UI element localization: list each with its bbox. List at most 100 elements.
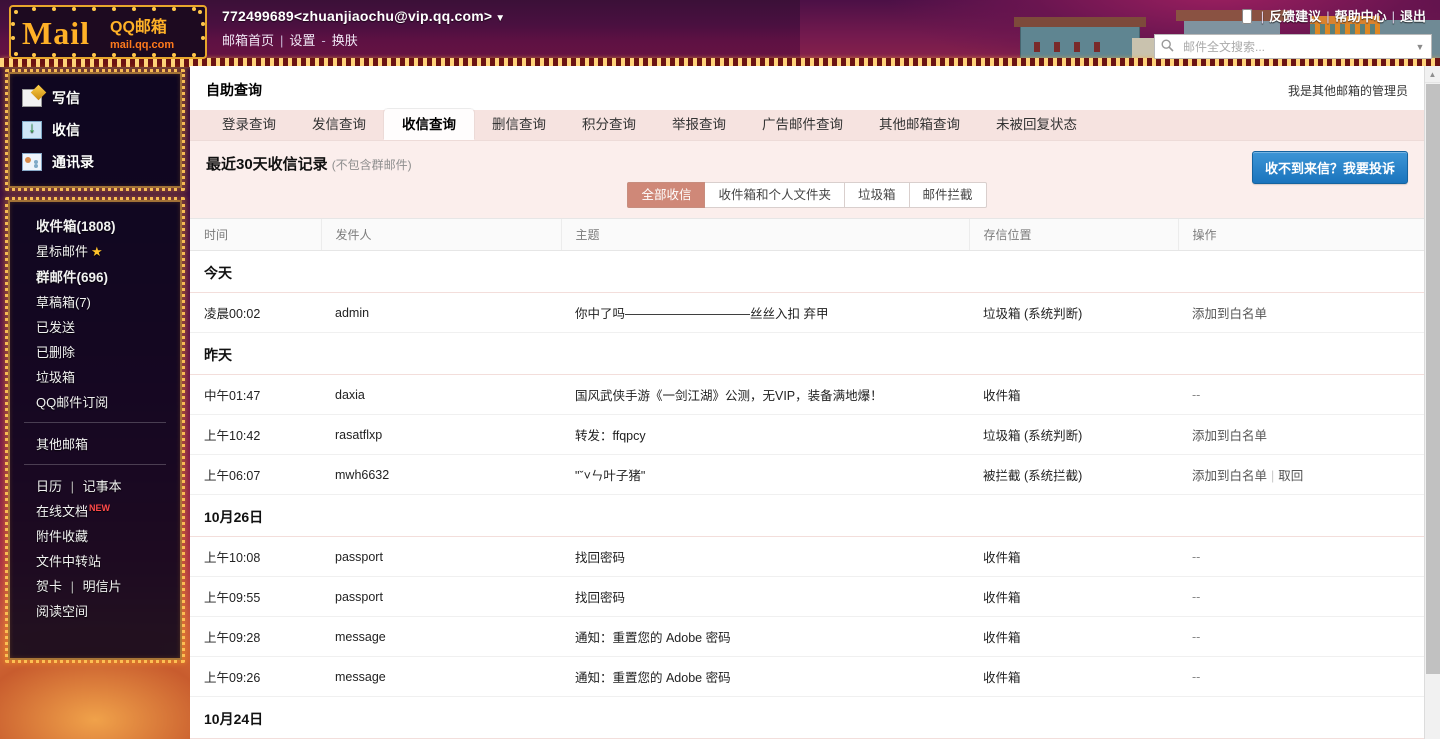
sidebar-folder-deleted[interactable]: 已删除 <box>10 339 180 364</box>
cell-sender: mwh6632 <box>321 454 561 495</box>
tab-5[interactable]: 举报查询 <box>654 109 744 140</box>
sidebar-tool-greeting-postcard[interactable]: 贺卡 | 明信片 <box>10 573 180 598</box>
records-table-head: 时间 发件人 主题 存信位置 操作 <box>190 218 1424 251</box>
sidebar-other-mailbox[interactable]: 其他邮箱 <box>10 431 180 456</box>
search-box[interactable]: ▼ <box>1154 34 1432 59</box>
feedback-link[interactable]: 反馈建议 <box>1269 9 1321 24</box>
tab-1[interactable]: 发信查询 <box>294 109 384 140</box>
right-separator-2: | <box>1326 9 1330 24</box>
sidebar-folder-sent-label: 已发送 <box>36 320 76 335</box>
sidebar-tool-notepad-label: 记事本 <box>82 479 122 494</box>
cell-sender: admin <box>321 292 561 333</box>
main-content: 自助查询 我是其他邮箱的管理员 登录查询 发信查询 收信查询 删信查询 积分查询 举报查询… <box>190 66 1424 739</box>
sidebar-tool-separator-2: | <box>70 579 75 594</box>
sidebar: 写信 收信 通讯录 收件箱(1808) 星标邮件★ 群邮件(696) 草稿箱( <box>0 66 190 739</box>
cell-subject[interactable]: 通知：重置您的 Adobe 密码 <box>561 616 969 657</box>
nav-separator-1: | <box>280 33 284 48</box>
sidebar-tool-calendar-notepad[interactable]: 日历 | 记事本 <box>10 473 180 498</box>
filter-segment-0[interactable]: 全部收信 <box>627 182 706 208</box>
tab-4[interactable]: 积分查询 <box>564 109 654 140</box>
records-header-row: 时间 发件人 主题 存信位置 操作 <box>190 218 1424 251</box>
sidebar-action-contacts[interactable]: 通讯录 <box>10 146 180 178</box>
sidebar-folder-drafts-label: 草稿箱(7) <box>36 295 91 310</box>
cell-subject[interactable]: 转发：ffqpcy <box>561 414 969 455</box>
action-link[interactable]: 添加到白名单 <box>1192 429 1267 443</box>
sidebar-tool-reading-space[interactable]: 阅读空间 <box>10 598 180 623</box>
cell-subject[interactable]: 你中了吗——————————丝丝入扣 弃甲 <box>561 292 969 333</box>
sidebar-folder-groupmail-label: 群邮件(696) <box>36 270 109 285</box>
sidebar-tool-file-transfer[interactable]: 文件中转站 <box>10 548 180 573</box>
cell-sender: passport <box>321 536 561 577</box>
cell-time: 上午09:28 <box>190 616 321 657</box>
action-link[interactable]: 添加到白名单 <box>1192 469 1267 483</box>
header-nav-links: 邮箱首页 | 设置 - 换肤 <box>222 30 358 49</box>
nav-link-home[interactable]: 邮箱首页 <box>222 33 274 48</box>
subject-text: 找回密码 <box>575 551 626 565</box>
sidebar-divider-2 <box>24 464 166 465</box>
sidebar-tool-online-docs-label: 在线文档 <box>36 504 89 519</box>
cell-subject[interactable]: 国风武侠手游《一剑江湖》公测，无VIP，装备满地爆！ <box>561 374 969 415</box>
sidebar-action-receive[interactable]: 收信 <box>10 114 180 146</box>
account-caret-icon[interactable]: ▼ <box>495 13 505 24</box>
cell-location: 收件箱 <box>969 374 1178 415</box>
sidebar-folder-starred[interactable]: 星标邮件 ★ <box>10 238 180 263</box>
account-display[interactable]: 772499689<zhuanjiaochu@vip.qq.com> ▼ <box>222 8 505 24</box>
sidebar-tool-attachments-label: 附件收藏 <box>36 529 89 544</box>
cell-subject[interactable]: 找回密码 <box>561 536 969 577</box>
action-separator: | <box>1271 469 1275 483</box>
tab-8[interactable]: 未被回复状态 <box>978 109 1095 140</box>
sidebar-folder-groupmail[interactable]: 群邮件(696) <box>10 263 180 289</box>
sidebar-folder-inbox[interactable]: 收件箱(1808) <box>10 212 180 238</box>
sidebar-tool-attachments[interactable]: 附件收藏 <box>10 523 180 548</box>
filter-segment-3[interactable]: 邮件拦截 <box>909 182 987 208</box>
records-table-body: 今天 凌晨00:02 admin 你中了吗——————————丝丝入扣 弃甲 垃圾箱 (… <box>190 250 1424 739</box>
cell-subject[interactable]: "ˇ˅ㄣ叶子猪" <box>561 454 969 495</box>
record-title: 最近30天收信记录 <box>206 156 328 173</box>
tab-3[interactable]: 删信查询 <box>474 109 564 140</box>
sidebar-tool-postcard-label: 明信片 <box>82 579 122 594</box>
sidebar-tool-online-docs[interactable]: 在线文档NEW <box>10 498 180 523</box>
scrollbar-thumb[interactable] <box>1426 84 1440 674</box>
page-scrollbar[interactable]: ▲ <box>1424 66 1440 739</box>
scrollbar-up-arrow-icon[interactable]: ▲ <box>1425 66 1440 83</box>
cell-actions: -- <box>1178 656 1424 697</box>
filter-segment-label: 邮件拦截 <box>922 188 973 202</box>
complain-button[interactable]: 收不到来信？我要投诉 <box>1251 151 1408 184</box>
sidebar-action-compose[interactable]: 写信 <box>10 82 180 114</box>
nav-link-settings[interactable]: 设置 <box>289 33 315 48</box>
action-none: -- <box>1192 589 1201 604</box>
filter-segment-1[interactable]: 收件箱和个人文件夹 <box>705 182 845 208</box>
filter-segment-2[interactable]: 垃圾箱 <box>845 182 910 208</box>
sidebar-folder-drafts[interactable]: 草稿箱(7) <box>10 289 180 314</box>
tab-2[interactable]: 收信查询 <box>384 109 474 140</box>
nav-link-skin[interactable]: 换肤 <box>332 33 358 48</box>
tab-0[interactable]: 登录查询 <box>204 109 294 140</box>
tab-6[interactable]: 广告邮件查询 <box>744 109 861 140</box>
record-subtitle: (不包含群邮件) <box>331 158 412 172</box>
record-subheader: 最近30天收信记录 (不包含群邮件) 收不到来信？我要投诉 全部收信 收件箱和个人文… <box>190 141 1424 218</box>
qq-mail-logo[interactable]: Mail QQ邮箱 mail.qq.com <box>8 4 208 60</box>
qq-mail-page: Mail QQ邮箱 mail.qq.com 772499689<zhuanjia… <box>0 0 1440 739</box>
action-none: -- <box>1192 669 1201 684</box>
sidebar-folder-subscription[interactable]: QQ邮件订阅 <box>10 389 180 414</box>
sidebar-divider-1 <box>24 422 166 423</box>
tab-label: 收信查询 <box>402 117 456 132</box>
logout-link[interactable]: 退出 <box>1400 9 1426 24</box>
tab-7[interactable]: 其他邮箱查询 <box>861 109 978 140</box>
right-separator-3: | <box>1391 9 1395 24</box>
sidebar-action-contacts-label: 通讯录 <box>52 154 94 170</box>
cell-subject[interactable]: 通知：重置您的 Adobe 密码 <box>561 656 969 697</box>
admin-link[interactable]: 我是其他邮箱的管理员 <box>1288 82 1408 99</box>
action-link[interactable]: 取回 <box>1278 469 1303 483</box>
cell-subject[interactable]: 找回密码 <box>561 576 969 617</box>
mobile-icon[interactable] <box>1241 9 1252 24</box>
action-link[interactable]: 添加到白名单 <box>1192 307 1267 321</box>
search-input[interactable] <box>1181 36 1409 57</box>
nav-separator-2: - <box>321 33 326 48</box>
right-separator-1: | <box>1260 9 1265 24</box>
cell-location: 垃圾箱 (系统判断) <box>969 414 1178 455</box>
help-center-link[interactable]: 帮助中心 <box>1335 9 1387 24</box>
sidebar-folder-sent[interactable]: 已发送 <box>10 314 180 339</box>
sidebar-folder-spam[interactable]: 垃圾箱 <box>10 364 180 389</box>
search-dropdown-caret-icon[interactable]: ▼ <box>1409 42 1431 52</box>
